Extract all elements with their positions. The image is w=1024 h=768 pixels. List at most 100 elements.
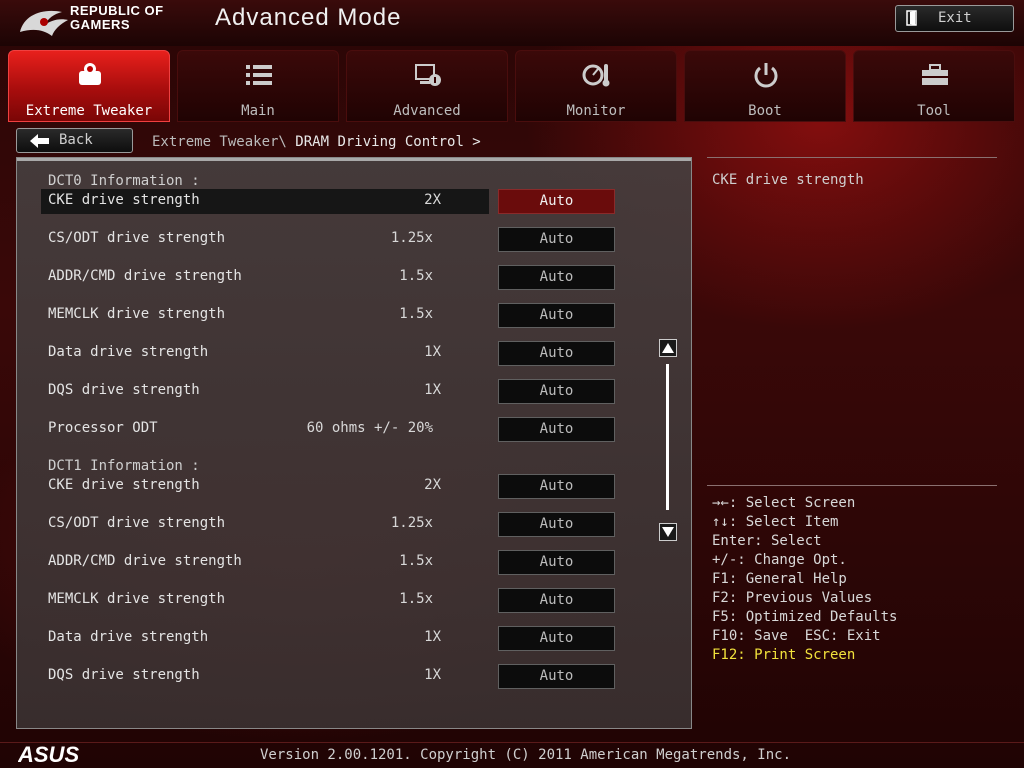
footer-divider: [0, 742, 1024, 743]
mode-title: Advanced Mode: [215, 4, 402, 31]
advanced-settings-icon: [415, 64, 441, 86]
setting-label: ADDR/CMD drive strength: [48, 268, 242, 284]
breadcrumb: Extreme Tweaker\ DRAM Driving Control >: [152, 134, 481, 150]
setting-value: 1X: [424, 667, 441, 683]
option-button[interactable]: Auto: [498, 626, 615, 651]
setting-value: 1.5x: [399, 268, 433, 284]
setting-value: 1.5x: [399, 591, 433, 607]
setting-row[interactable]: Data drive strength 1X: [41, 626, 489, 651]
option-button[interactable]: Auto: [498, 512, 615, 537]
setting-row[interactable]: Processor ODT 60 ohms +/- 20%: [41, 417, 489, 442]
dct1-header: DCT1 Information :: [48, 458, 200, 474]
setting-row[interactable]: CKE drive strength 2X: [41, 189, 489, 214]
option-button[interactable]: Auto: [498, 265, 615, 290]
setting-row[interactable]: CKE drive strength 2X: [41, 474, 489, 499]
tab-extreme-tweaker[interactable]: Extreme Tweaker: [8, 50, 170, 122]
asus-logo-text: ASUS: [18, 743, 79, 765]
setting-label: CKE drive strength: [48, 192, 200, 208]
help-description: CKE drive strength: [712, 172, 864, 188]
key-hint: →←: Select Screen: [712, 495, 856, 511]
option-button[interactable]: Auto: [498, 341, 615, 366]
toolbox-icon: [922, 64, 948, 85]
dct0-header: DCT0 Information :: [48, 173, 200, 189]
setting-label: Data drive strength: [48, 344, 209, 360]
header-bar: REPUBLIC OF GAMERS Advanced Mode Exit: [0, 0, 1024, 46]
key-hint: +/-: Change Opt.: [712, 552, 847, 568]
key-hint: F1: General Help: [712, 571, 847, 587]
setting-value: 2X: [424, 192, 441, 208]
setting-row[interactable]: CS/ODT drive strength 1.25x: [41, 227, 489, 252]
monitor-gauge-icon: [582, 64, 610, 87]
setting-label: Processor ODT: [48, 420, 158, 436]
tab-label: Main: [241, 103, 275, 119]
back-button[interactable]: Back: [16, 128, 133, 153]
tab-bar: Extreme Tweaker Main Advanced Monitor Bo…: [8, 50, 1016, 122]
scroll-down-button[interactable]: [659, 523, 677, 541]
scrollbar-track[interactable]: [666, 364, 669, 510]
tweaker-icon: [79, 63, 101, 85]
option-button[interactable]: Auto: [498, 379, 615, 404]
setting-row[interactable]: DQS drive strength 1X: [41, 379, 489, 404]
triangle-down-icon: [662, 527, 674, 537]
option-button[interactable]: Auto: [498, 664, 615, 689]
key-hint: Enter: Select: [712, 533, 822, 549]
option-button[interactable]: Auto: [498, 474, 615, 499]
option-button[interactable]: Auto: [498, 550, 615, 575]
setting-row[interactable]: Data drive strength 1X: [41, 341, 489, 366]
setting-value: 1.25x: [390, 230, 433, 246]
setting-value: 1X: [424, 629, 441, 645]
setting-row[interactable]: DQS drive strength 1X: [41, 664, 489, 689]
setting-value: 1.5x: [399, 553, 433, 569]
option-button[interactable]: Auto: [498, 417, 615, 442]
key-hint: F2: Previous Values: [712, 590, 873, 606]
setting-label: CKE drive strength: [48, 477, 200, 493]
setting-row[interactable]: CS/ODT drive strength 1.25x: [41, 512, 489, 537]
setting-value: 1X: [424, 344, 441, 360]
tab-monitor[interactable]: Monitor: [515, 50, 677, 122]
tab-label: Tool: [917, 103, 951, 119]
setting-value: 2X: [424, 477, 441, 493]
tab-label: Boot: [748, 103, 782, 119]
setting-value: 1X: [424, 382, 441, 398]
setting-value: 1.25x: [390, 515, 433, 531]
exit-button[interactable]: Exit: [895, 5, 1014, 32]
list-icon: [246, 65, 272, 85]
breadcrumb-current: DRAM Driving Control >: [295, 134, 481, 150]
setting-row[interactable]: ADDR/CMD drive strength 1.5x: [41, 550, 489, 575]
tab-boot[interactable]: Boot: [684, 50, 846, 122]
setting-row[interactable]: MEMCLK drive strength 1.5x: [41, 303, 489, 328]
divider: [707, 157, 997, 158]
exit-label: Exit: [938, 10, 972, 26]
option-button[interactable]: Auto: [498, 588, 615, 613]
tab-tool[interactable]: Tool: [853, 50, 1015, 122]
key-hint: F5: Optimized Defaults: [712, 609, 898, 625]
setting-label: DQS drive strength: [48, 382, 200, 398]
tab-label: Advanced: [393, 103, 461, 119]
triangle-up-icon: [662, 343, 674, 353]
setting-label: Data drive strength: [48, 629, 209, 645]
option-button[interactable]: Auto: [498, 303, 615, 328]
back-label: Back: [59, 132, 93, 148]
brand-text: REPUBLIC OF GAMERS: [70, 4, 164, 32]
scroll-up-button[interactable]: [659, 339, 677, 357]
setting-label: MEMCLK drive strength: [48, 591, 226, 607]
key-legend: →←: Select Screen ↑↓: Select Item Enter:…: [712, 494, 897, 665]
tab-main[interactable]: Main: [177, 50, 339, 122]
back-arrow-icon: [30, 134, 49, 148]
divider: [707, 485, 997, 486]
door-exit-icon: [906, 10, 917, 26]
tab-advanced[interactable]: Advanced: [346, 50, 508, 122]
key-hint: F10: Save ESC: Exit: [712, 628, 881, 644]
setting-row[interactable]: MEMCLK drive strength 1.5x: [41, 588, 489, 613]
setting-value: 60 ohms +/- 20%: [306, 420, 433, 436]
option-button[interactable]: Auto: [498, 189, 615, 214]
setting-row[interactable]: ADDR/CMD drive strength 1.5x: [41, 265, 489, 290]
setting-label: CS/ODT drive strength: [48, 515, 226, 531]
setting-label: ADDR/CMD drive strength: [48, 553, 242, 569]
option-button[interactable]: Auto: [498, 227, 615, 252]
brand-line1: REPUBLIC OF: [70, 3, 164, 18]
power-icon: [754, 63, 778, 88]
settings-panel: DCT0 Information : CKE drive strength 2X…: [16, 157, 692, 729]
breadcrumb-parent[interactable]: Extreme Tweaker\: [152, 134, 287, 150]
asus-logo-icon: ASUS: [18, 743, 79, 765]
